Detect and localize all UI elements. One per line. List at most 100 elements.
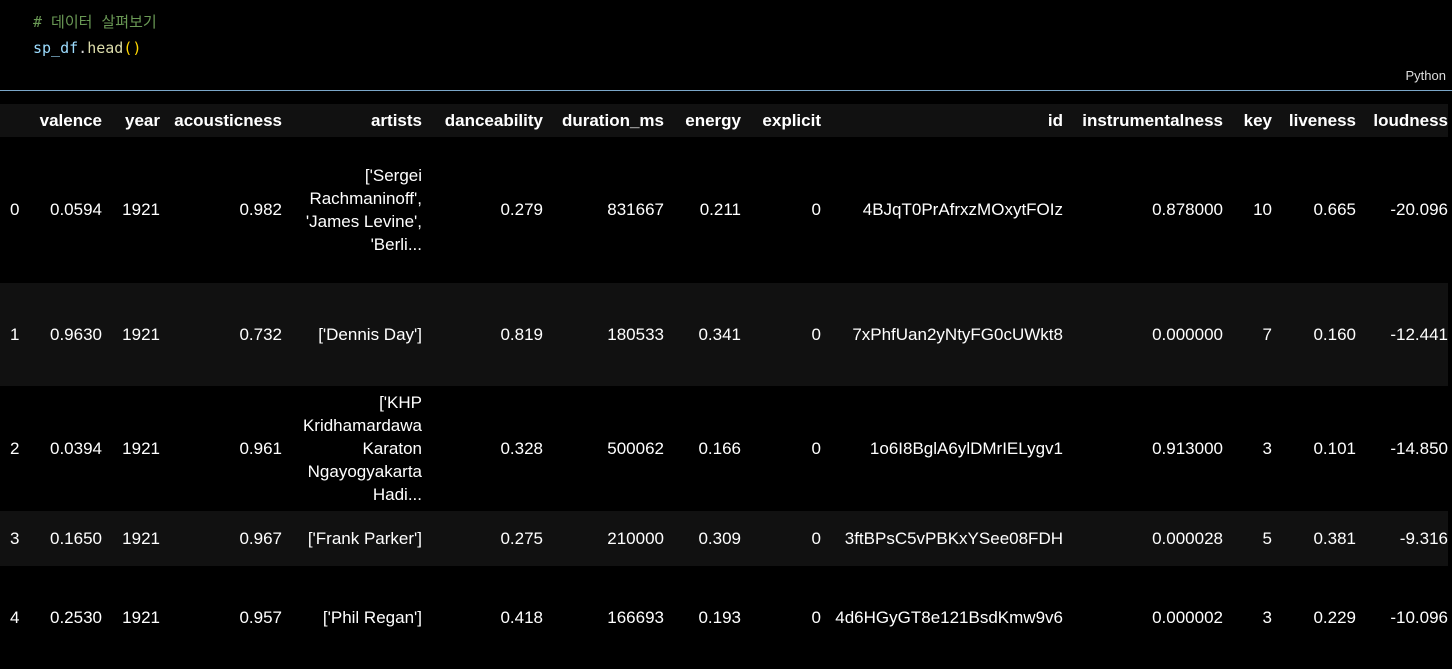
table-cell: 180533 xyxy=(607,324,664,344)
code-cell[interactable]: # 데이터 살펴보기 sp_df.head() Python xyxy=(0,0,1452,90)
code-identifier: sp_df xyxy=(33,39,79,57)
table-cell: 1o6I8BglA6ylDMrIELygv1 xyxy=(869,438,1063,458)
table-cell: 0 xyxy=(811,607,821,627)
dataframe-table: valence year acousticness artists dancea… xyxy=(0,104,1448,669)
table-cell: 4BJqT0PrAfrxzMOxytFOIz xyxy=(862,200,1063,219)
table-cell: 1921 xyxy=(122,607,160,627)
output-area: valence year acousticness artists dancea… xyxy=(0,104,1452,669)
table-cell: -14.850 xyxy=(1390,438,1448,458)
table-cell: 166693 xyxy=(607,607,664,627)
code-function: head xyxy=(87,39,124,57)
table-cell: 0.328 xyxy=(500,438,543,458)
table-cell: -20.096 xyxy=(1390,200,1448,219)
table-cell: 7 xyxy=(1262,324,1272,344)
table-row: 2 0.0394 1921 0.961 ['KHP Kridhamardawa … xyxy=(0,386,1448,511)
row-index: 0 xyxy=(10,200,20,219)
row-index: 1 xyxy=(10,324,20,344)
table-cell: 10 xyxy=(1253,200,1272,219)
table-cell: 0.418 xyxy=(500,607,543,627)
row-index: 4 xyxy=(10,607,20,627)
column-header: liveness xyxy=(1288,110,1356,130)
table-cell: 0.967 xyxy=(239,528,282,548)
table-cell: 0.341 xyxy=(698,324,741,344)
table-cell: 500062 xyxy=(607,438,664,458)
table-cell: 0 xyxy=(811,324,821,344)
language-label[interactable]: Python xyxy=(1406,68,1446,83)
table-cell: 0.101 xyxy=(1313,438,1356,458)
table-row: 4 0.2530 1921 0.957 ['Phil Regan'] 0.418… xyxy=(0,566,1448,669)
column-header: artists xyxy=(370,110,422,130)
row-index: 3 xyxy=(10,528,20,548)
column-header: id xyxy=(1047,110,1063,130)
table-cell: 0.665 xyxy=(1313,200,1356,219)
table-cell: 0 xyxy=(811,200,821,219)
table-cell: 3 xyxy=(1262,438,1272,458)
table-cell: 831667 xyxy=(607,200,664,219)
table-cell: 0.211 xyxy=(699,200,741,219)
table-cell: 0.193 xyxy=(698,607,741,627)
table-cell: 0.309 xyxy=(698,528,741,548)
table-cell: 0 xyxy=(811,528,821,548)
column-header: acousticness xyxy=(174,110,282,130)
table-cell: 0.982 xyxy=(239,200,282,219)
column-header: key xyxy=(1243,110,1272,130)
table-cell: 0.957 xyxy=(239,607,282,627)
table-cell: 7xPhfUan2yNtyFG0cUWkt8 xyxy=(852,324,1063,344)
table-header-row: valence year acousticness artists dancea… xyxy=(0,104,1448,137)
code-comment: # 데이터 살펴보기 xyxy=(33,13,157,31)
table-cell: 0.878000 xyxy=(1152,200,1223,219)
table-cell: 0.0594 xyxy=(50,200,102,219)
table-cell: 0.1650 xyxy=(50,528,102,548)
table-cell: ['Sergei Rachmaninoff', 'James Levine', … xyxy=(305,166,422,254)
table-cell: 1921 xyxy=(122,438,160,458)
table-cell: 5 xyxy=(1262,528,1272,548)
table-cell: 0.279 xyxy=(500,200,543,219)
table-cell: 210000 xyxy=(607,528,664,548)
table-cell: 1921 xyxy=(122,324,160,344)
column-header: duration_ms xyxy=(561,110,664,130)
table-row: 1 0.9630 1921 0.732 ['Dennis Day'] 0.819… xyxy=(0,283,1448,386)
table-cell: -12.441 xyxy=(1390,324,1448,344)
column-header: explicit xyxy=(762,110,821,130)
table-cell: 0.275 xyxy=(500,528,543,548)
table-cell: 0.732 xyxy=(239,324,282,344)
table-cell: 1921 xyxy=(122,200,160,219)
table-cell: 0.160 xyxy=(1313,324,1356,344)
code-editor[interactable]: # 데이터 살펴보기 sp_df.head() xyxy=(33,9,157,61)
table-cell: ['Frank Parker'] xyxy=(307,529,422,548)
table-cell: 0 xyxy=(811,438,821,458)
table-cell: 4d6HGyGT8e121BsdKmw9v6 xyxy=(835,607,1063,627)
table-cell: ['KHP Kridhamardawa Karaton Ngayogyakart… xyxy=(302,393,422,504)
table-row: 0 0.0594 1921 0.982 ['Sergei Rachmaninof… xyxy=(0,137,1448,283)
table-cell: -9.316 xyxy=(1399,528,1448,548)
table-cell: 0.166 xyxy=(698,438,741,458)
table-cell: 0.381 xyxy=(1313,528,1356,548)
table-cell: 0.229 xyxy=(1313,607,1356,627)
code-parens: () xyxy=(123,39,142,57)
column-header: danceability xyxy=(444,110,543,130)
table-cell: ['Phil Regan'] xyxy=(322,608,422,627)
table-cell: 0.913000 xyxy=(1152,438,1223,458)
column-header: valence xyxy=(39,110,102,130)
table-cell: 0.000028 xyxy=(1152,528,1223,548)
table-cell: 3 xyxy=(1262,607,1272,627)
row-index: 2 xyxy=(10,438,20,458)
table-cell: 0.000000 xyxy=(1152,324,1223,344)
table-cell: 0.000002 xyxy=(1152,607,1223,627)
table-cell: 0.0394 xyxy=(50,438,102,458)
table-cell: 0.2530 xyxy=(50,607,102,627)
table-cell: 0.961 xyxy=(239,438,282,458)
column-header: loudness xyxy=(1373,110,1448,130)
column-header: energy xyxy=(685,110,741,130)
table-cell: 0.819 xyxy=(500,324,543,344)
table-cell: 3ftBPsC5vPBKxYSee08FDH xyxy=(844,528,1063,548)
code-dot: . xyxy=(78,39,88,57)
column-header: year xyxy=(125,110,160,130)
table-cell: 0.9630 xyxy=(50,324,102,344)
table-row: 3 0.1650 1921 0.967 ['Frank Parker'] 0.2… xyxy=(0,511,1448,566)
table-cell: ['Dennis Day'] xyxy=(318,325,422,344)
table-cell: -10.096 xyxy=(1390,607,1448,627)
column-header: instrumentalness xyxy=(1082,110,1223,130)
table-cell: 1921 xyxy=(122,528,160,548)
cell-divider xyxy=(0,90,1452,91)
